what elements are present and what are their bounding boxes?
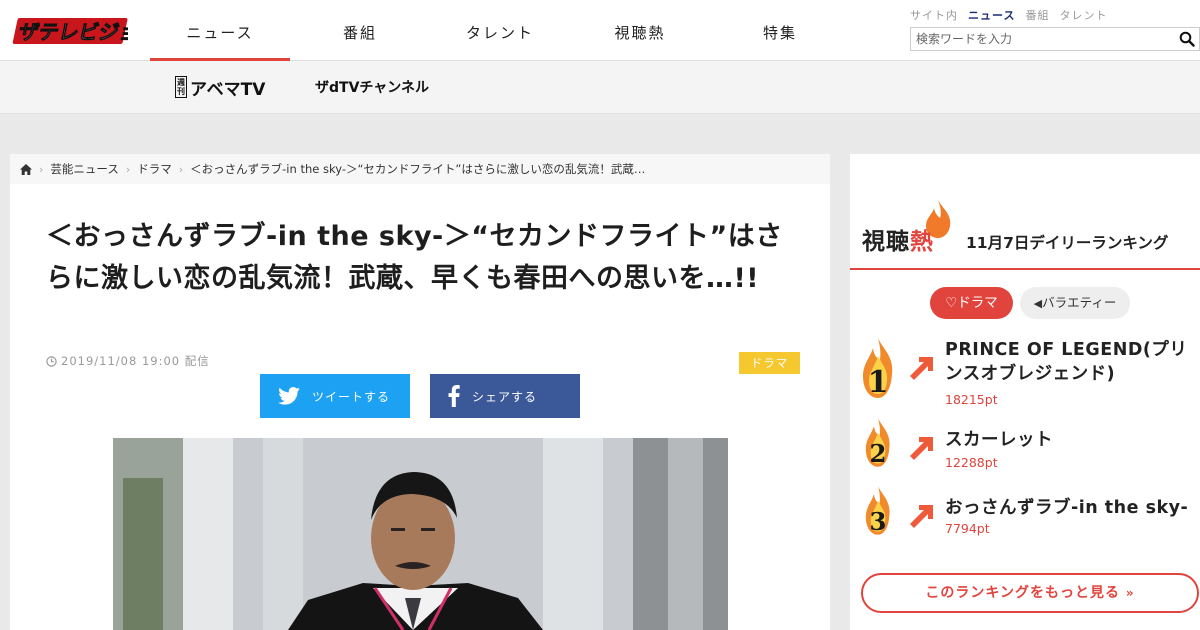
search-icon[interactable] — [1179, 31, 1195, 47]
nav-news[interactable]: ニュース — [150, 0, 290, 61]
ranking-item[interactable]: 3 おっさんずラブ-in the sky- 7794pt — [858, 486, 1200, 554]
ranking-item-points: 18215pt — [945, 392, 998, 407]
abema-tv-link[interactable]: 週刊 アベマTV — [175, 72, 265, 102]
trend-up-arrow-icon — [910, 357, 933, 380]
more-ranking-button[interactable]: このランキングをもっと見る » — [861, 573, 1199, 613]
dtv-channel-link[interactable]: ザdTVチャンネル — [315, 72, 429, 102]
viewing-heat-logo-prefix: 視聴 — [862, 229, 910, 255]
abema-tv-label: アベマTV — [190, 79, 266, 100]
megaphone-icon: ◀ — [1033, 297, 1043, 310]
tab-variety-label: バラエティー — [1042, 295, 1117, 310]
article-meta: 2019/11/08 19:00 配信 — [46, 353, 210, 369]
chevron-right-icon: › — [39, 162, 44, 176]
search-tab-programs[interactable]: 番組 — [1025, 7, 1049, 23]
site-header: ザテレビジョン ニュース 番組 タレント 視聴熱 特集 サイト内 ニュース 番組… — [0, 0, 1200, 61]
ranking-item-title: PRINCE OF LEGEND(プリンスオブレジェンド) — [945, 340, 1188, 384]
search-box — [910, 27, 1200, 51]
abema-weekly-mark: 週刊 — [175, 76, 187, 98]
search-tab-talent[interactable]: タレント — [1059, 7, 1107, 23]
chevron-right-icon: › — [178, 162, 184, 176]
nav-features[interactable]: 特集 — [710, 0, 850, 61]
chevron-right-icon: › — [125, 162, 131, 176]
svg-text:3: 3 — [870, 507, 887, 536]
search-tab-site[interactable]: サイト内 — [910, 7, 958, 23]
ranking-header: 視聴熱 11月7日デイリーランキング — [850, 194, 1200, 270]
ranking-item-title: おっさんずラブ-in the sky- — [945, 498, 1189, 518]
rank-flame-badge: 1 — [863, 338, 893, 400]
ranking-item[interactable]: 1 PRINCE OF LEGEND(プリンスオブレジェンド) 18215pt — [858, 338, 1200, 407]
nav-viewing-heat[interactable]: 視聴熱 — [570, 0, 710, 61]
svg-text:2: 2 — [870, 439, 887, 468]
share-label: シェアする — [472, 389, 538, 404]
viewing-heat-logo-fire: 熱 — [910, 229, 934, 255]
clock-icon — [46, 355, 57, 367]
nav-talent[interactable]: タレント — [430, 0, 570, 61]
tweet-label: ツイートする — [312, 389, 391, 404]
ranking-item-points: 12288pt — [945, 455, 998, 470]
svg-text:ザテレビジョン: ザテレビジョン — [16, 20, 128, 44]
trend-up-arrow-icon — [910, 505, 933, 528]
breadcrumb-item-drama[interactable]: ドラマ — [137, 161, 172, 177]
home-icon[interactable] — [20, 163, 32, 175]
facebook-f-icon — [448, 385, 460, 407]
more-ranking-label: このランキングをもっと見る — [925, 585, 1120, 601]
search-tab-news[interactable]: ニュース — [968, 7, 1015, 23]
article-datetime: 2019/11/08 19:00 配信 — [61, 354, 210, 368]
tab-variety[interactable]: ◀バラエティー — [1020, 287, 1130, 319]
rank-flame-badge: 3 — [865, 486, 890, 536]
breadcrumb-item-current: ＜おっさんずラブ-in the sky-＞“セカンドフライト”はさらに激しい恋の… — [190, 162, 646, 176]
category-tag[interactable]: ドラマ — [739, 352, 800, 374]
tweet-button[interactable]: ツイートする — [260, 374, 410, 418]
viewing-heat-logo: 視聴熱 — [862, 222, 934, 256]
ranking-item[interactable]: 2 スカーレット 12288pt — [858, 418, 1200, 486]
ranking-sidebar: 視聴熱 11月7日デイリーランキング ♡ドラマ ◀バラエティー 1 PRINCE… — [850, 154, 1200, 630]
dtv-channel-label: ザdTVチャンネル — [315, 80, 429, 96]
rank-flame-badge: 2 — [865, 418, 890, 468]
heart-icon: ♡ — [945, 295, 958, 311]
breadcrumb-item-news[interactable]: 芸能ニュース — [50, 161, 118, 177]
trend-up-arrow-icon — [910, 437, 933, 460]
search-scope-tabs: サイト内 ニュース 番組 タレント — [910, 7, 1107, 23]
twitter-bird-icon — [278, 387, 300, 405]
tab-drama[interactable]: ♡ドラマ — [930, 287, 1013, 319]
article-title: ＜おっさんずラブ-in the sky-＞“セカンドフライト”はさらに激しい恋の… — [46, 221, 783, 294]
article: › 芸能ニュース › ドラマ › ＜おっさんずラブ-in the sky-＞“セ… — [10, 154, 830, 630]
facebook-share-button[interactable]: シェアする — [430, 374, 580, 418]
tab-drama-label: ドラマ — [957, 295, 998, 311]
main-nav: ニュース 番組 タレント 視聴熱 特集 — [150, 0, 850, 61]
double-chevron-down-icon: » — [1125, 586, 1135, 600]
search-input[interactable] — [911, 28, 1171, 50]
nav-programs[interactable]: 番組 — [290, 0, 430, 61]
article-photo — [113, 438, 728, 630]
ranking-date-title: 11月7日デイリーランキング — [966, 234, 1169, 252]
site-logo[interactable]: ザテレビジョン — [10, 8, 128, 52]
ranking-item-points: 7794pt — [945, 521, 990, 536]
breadcrumb: › 芸能ニュース › ドラマ › ＜おっさんずラブ-in the sky-＞“セ… — [10, 154, 830, 184]
ranking-item-title: スカーレット — [945, 430, 1053, 450]
article-photo-image — [113, 438, 728, 630]
partner-bar: 週刊 アベマTV ザdTVチャンネル — [0, 61, 1200, 114]
svg-text:1: 1 — [868, 365, 889, 400]
